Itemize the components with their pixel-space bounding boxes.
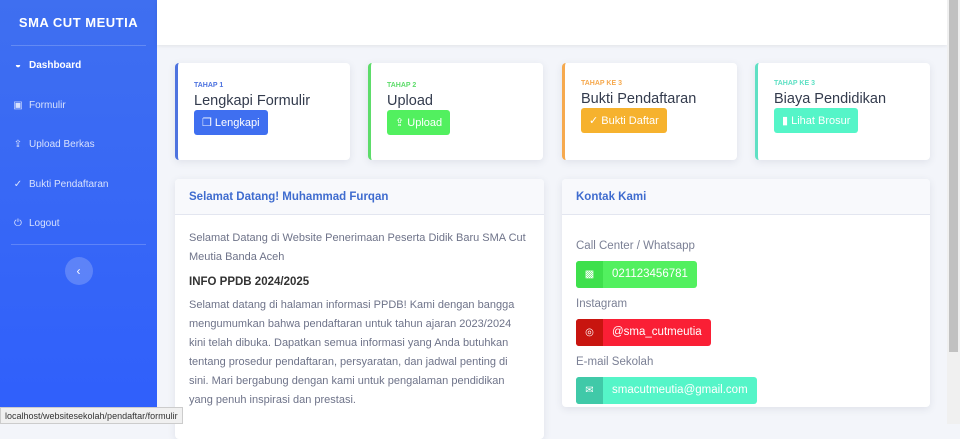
upload-button[interactable]: ⇪ Upload bbox=[387, 110, 451, 135]
check-icon: ✓ bbox=[13, 178, 23, 190]
step-title: Biaya Pendidikan bbox=[774, 91, 887, 107]
chevron-left-icon: ‹ bbox=[76, 263, 81, 278]
check-icon: ✓ bbox=[589, 115, 602, 127]
instagram-button[interactable]: ◎ @sma_cutmeutia bbox=[576, 319, 711, 346]
upload-icon: ⇪ bbox=[395, 117, 408, 129]
contact-label: E-mail Sekolah bbox=[576, 356, 654, 368]
nav-label: Logout bbox=[29, 218, 60, 230]
step-title: Bukti Pendaftaran bbox=[581, 91, 697, 107]
sidebar-item-upload-berkas[interactable]: ⇪ Upload Berkas bbox=[0, 125, 157, 165]
step-label: TAHAP 1 bbox=[194, 82, 224, 89]
info-heading: INFO PPDB 2024/2025 bbox=[189, 276, 310, 288]
button-label: Bukti Daftar bbox=[601, 115, 659, 127]
sidebar-item-logout[interactable]: ⏻ Logout bbox=[0, 204, 157, 244]
nav-label: Bukti Pendaftaran bbox=[29, 178, 109, 190]
dashboard-icon: ◒ bbox=[14, 60, 22, 72]
button-label: Lengkapi bbox=[214, 117, 260, 129]
welcome-intro: Selamat Datang di Website Penerimaan Pes… bbox=[189, 232, 526, 263]
sidebar-item-bukti-pendaftaran[interactable]: ✓ Bukti Pendaftaran bbox=[0, 165, 157, 205]
step-title: Upload bbox=[387, 93, 433, 109]
scrollbar-thumb[interactable] bbox=[949, 0, 958, 352]
instagram-icon: ◎ bbox=[576, 319, 603, 346]
brand-title[interactable]: SMA CUT MEUTIA bbox=[0, 0, 157, 45]
step-title: Lengkapi Formulir bbox=[194, 93, 311, 109]
contact-label: Instagram bbox=[576, 298, 628, 310]
sidebar-toggle-button[interactable]: ‹ bbox=[64, 256, 93, 285]
upload-icon: ⇪ bbox=[13, 139, 23, 151]
power-icon: ⏻ bbox=[14, 218, 22, 230]
step-label: TAHAP 2 bbox=[387, 82, 417, 89]
step-card-3: TAHAP KE 3 Bukti Pendaftaran ✓ Bukti Daf… bbox=[562, 63, 737, 160]
welcome-title: Selamat Datang! Muhammad Furqan bbox=[175, 179, 544, 215]
contact-panel: Kontak Kami Call Center / Whatsapp ▩ 0211… bbox=[562, 179, 930, 407]
nav-label: Formulir bbox=[29, 99, 66, 111]
id-card-icon: ▣ bbox=[13, 99, 23, 111]
topbar bbox=[157, 0, 947, 45]
info-body: Selamat datang di halaman informasi PPDB… bbox=[189, 299, 515, 406]
lihat-brosur-button[interactable]: ▮ Lihat Brosur bbox=[774, 108, 859, 133]
contact-label: Call Center / Whatsapp bbox=[576, 240, 695, 252]
nav-label: Upload Berkas bbox=[29, 139, 95, 151]
copy-icon: ❐ bbox=[202, 117, 215, 129]
contact-value: 021123456781 bbox=[612, 268, 688, 280]
contact-title: Kontak Kami bbox=[562, 179, 930, 215]
contact-value: @sma_cutmeutia bbox=[612, 326, 702, 338]
welcome-panel: Selamat Datang! Muhammad Furqan Selamat … bbox=[175, 179, 544, 439]
sidebar: SMA CUT MEUTIA ◒ Dashboard ▣ Formulir ⇪ Upl… bbox=[0, 0, 157, 424]
step-label: TAHAP KE 3 bbox=[774, 80, 815, 87]
step-label: TAHAP KE 3 bbox=[581, 80, 622, 87]
whatsapp-button[interactable]: ▩ 021123456781 bbox=[576, 261, 697, 288]
email-button[interactable]: ✉ smacutmeutia@gmail.com bbox=[576, 377, 757, 404]
button-label: Lihat Brosur bbox=[791, 115, 851, 127]
envelope-icon: ✉ bbox=[576, 377, 603, 404]
divider bbox=[11, 243, 146, 245]
step-card-1: TAHAP 1 Lengkapi Formulir ❐ Lengkapi bbox=[175, 63, 350, 160]
step-card-2: TAHAP 2 Upload ⇪ Upload bbox=[368, 63, 543, 160]
lengkapi-button[interactable]: ❐ Lengkapi bbox=[194, 110, 268, 135]
book-icon: ▮ bbox=[782, 115, 792, 127]
sidebar-item-formulir[interactable]: ▣ Formulir bbox=[0, 86, 157, 126]
browser-status-url: localhost/websitesekolah/pendaftar/formu… bbox=[0, 407, 183, 424]
nav-label: Dashboard bbox=[29, 60, 82, 72]
scrollbar[interactable] bbox=[947, 0, 960, 424]
step-card-4: TAHAP KE 3 Biaya Pendidikan ▮ Lihat Bros… bbox=[755, 63, 930, 160]
bukti-daftar-button[interactable]: ✓ Bukti Daftar bbox=[581, 108, 667, 133]
whatsapp-icon: ▩ bbox=[576, 261, 603, 288]
contact-value: smacutmeutia@gmail.com bbox=[612, 384, 748, 396]
sidebar-item-dashboard[interactable]: ◒ Dashboard bbox=[0, 46, 157, 86]
button-label: Upload bbox=[407, 117, 443, 129]
